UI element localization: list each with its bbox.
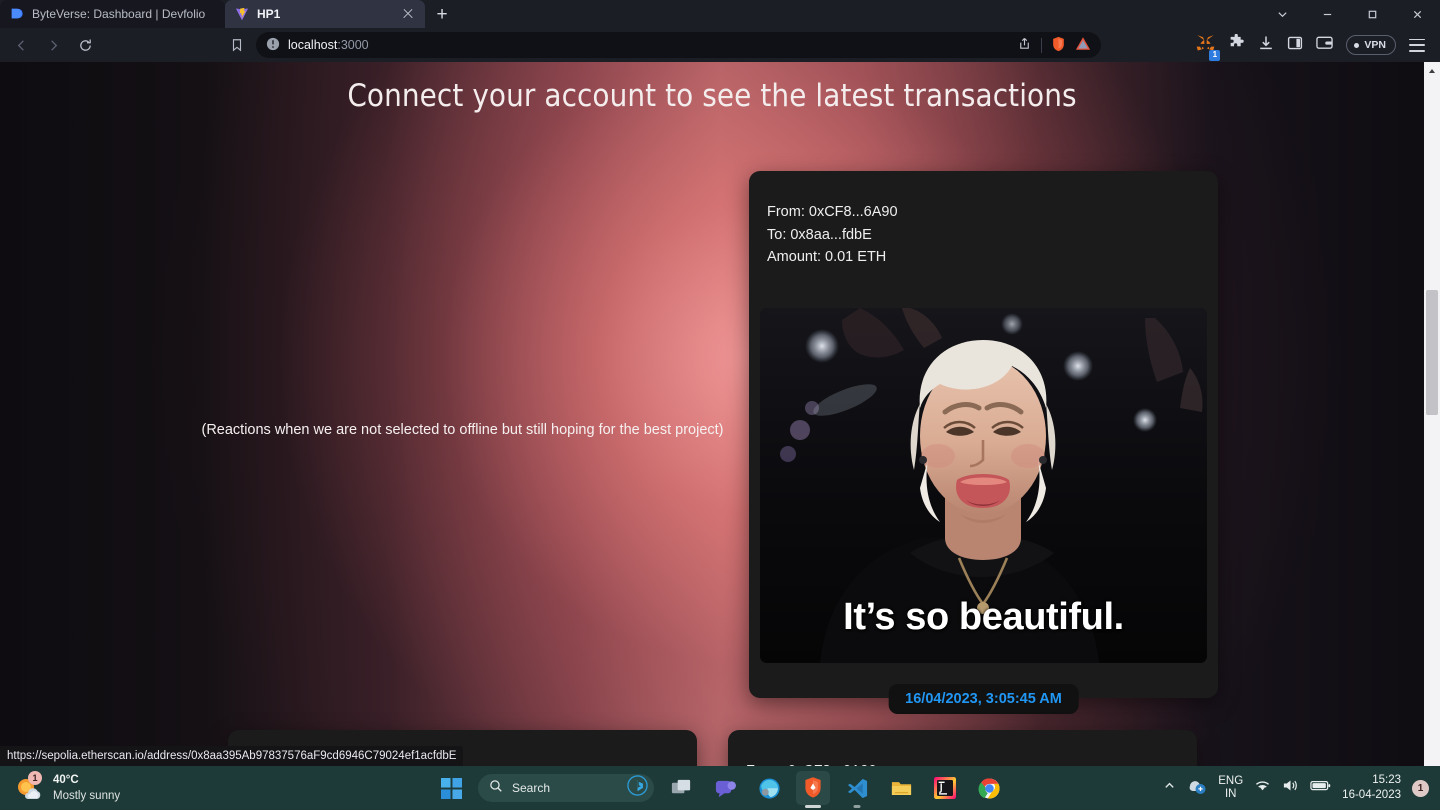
vpn-button[interactable]: VPN (1346, 35, 1396, 55)
transaction-amount: Amount: 0.01 ETH (767, 249, 887, 265)
language-primary: ENG (1218, 775, 1244, 787)
page-content: Connect your account to see the latest t… (0, 62, 1424, 766)
close-window-icon[interactable] (1395, 0, 1440, 28)
task-view-icon[interactable] (664, 771, 698, 805)
status-bar-link: https://sepolia.etherscan.io/address/0x8… (0, 746, 464, 766)
system-tray: ENG IN 15:23 16-04-2023 1 (1163, 773, 1440, 803)
volume-icon[interactable] (1282, 778, 1299, 798)
reload-icon[interactable] (70, 32, 100, 58)
tab-title: HP1 (257, 7, 281, 21)
language-region: IN (1224, 788, 1237, 800)
divider (1041, 37, 1042, 53)
transaction-card[interactable]: From: 0xCF8...6A90 To: 0x8aa...fdbE Amou… (749, 171, 1218, 714)
url-host: localhost (288, 38, 338, 52)
vscode-icon[interactable] (840, 771, 874, 805)
browser-toolbar-actions: 1 VPN (1196, 33, 1434, 61)
brave-icon[interactable] (796, 771, 830, 805)
page-scrollbar[interactable] (1424, 62, 1440, 766)
transaction-timestamp[interactable]: 16/04/2023, 3:05:45 AM (888, 684, 1079, 714)
address-bar[interactable]: localhost:3000 (256, 32, 1101, 58)
bing-chat-icon[interactable] (627, 775, 648, 801)
share-icon[interactable] (1017, 36, 1032, 54)
sidebar-panel-icon[interactable] (1287, 35, 1303, 56)
clock-time: 15:23 (1372, 774, 1401, 786)
maximize-icon[interactable] (1350, 0, 1395, 28)
navigation-toolbar: localhost:3000 1 VPN (0, 28, 1440, 62)
new-tab-button[interactable]: + (425, 0, 459, 28)
tab-title: ByteVerse: Dashboard | Devfolio (32, 7, 206, 21)
vpn-status-dot (1354, 42, 1360, 48)
puzzle-icon[interactable] (1228, 33, 1245, 56)
browser-chrome: ByteVerse: Dashboard | Devfolio HP1 + lo… (0, 0, 1440, 62)
intellij-idea-icon[interactable] (928, 771, 962, 805)
brave-wallet-icon[interactable] (1316, 35, 1334, 55)
back-arrow-icon[interactable] (6, 32, 36, 58)
notification-badge[interactable]: 1 (1412, 779, 1429, 797)
transaction-from: From: 0xCF8...6A90 (767, 204, 898, 220)
transaction-gif: It’s so beautiful. (760, 308, 1207, 663)
hamburger-menu-icon[interactable] (1409, 38, 1425, 52)
wifi-icon[interactable] (1254, 778, 1271, 798)
transaction-card-next-right[interactable]: From: 0xCF8...6A90 (728, 730, 1197, 766)
metamask-extension-icon[interactable]: 1 (1196, 34, 1221, 61)
windows-start-icon[interactable] (434, 771, 468, 805)
search-icon (489, 779, 503, 798)
url-text: localhost:3000 (288, 38, 369, 52)
clock-date: 16-04-2023 (1342, 789, 1401, 801)
screen: ByteVerse: Dashboard | Devfolio HP1 + lo… (0, 0, 1440, 810)
browser-tab-byteverse[interactable]: ByteVerse: Dashboard | Devfolio (0, 0, 225, 28)
battery-icon[interactable] (1310, 779, 1331, 797)
file-explorer-icon[interactable] (884, 771, 918, 805)
page-title: Connect your account to see the latest t… (347, 78, 1077, 114)
brave-shields-icon[interactable] (1051, 36, 1066, 55)
not-secure-info-icon[interactable] (266, 37, 280, 54)
taskbar-search-placeholder: Search (512, 781, 551, 795)
extension-badge-count: 1 (1209, 49, 1221, 61)
taskbar-clock[interactable]: 15:23 16-04-2023 (1342, 773, 1401, 803)
window-controls (1260, 0, 1440, 28)
download-icon[interactable] (1258, 35, 1274, 56)
bookmark-icon[interactable] (222, 32, 252, 58)
input-language-indicator[interactable]: ENG IN (1218, 775, 1243, 801)
windows-taskbar: 1 40°C Mostly sunny Search ENG IN 15:23 … (0, 766, 1440, 810)
tab-search-chevron-down-icon[interactable] (1260, 0, 1305, 28)
devfolio-icon (10, 7, 24, 21)
transaction-to: To: 0x8aa...fdbE (767, 226, 872, 243)
forward-arrow-icon[interactable] (38, 32, 68, 58)
browser-tab-hp1[interactable]: HP1 (225, 0, 425, 28)
show-hidden-icons-chevron-icon[interactable] (1163, 779, 1176, 797)
minimize-icon[interactable] (1305, 0, 1350, 28)
scroll-up-arrow-icon[interactable] (1424, 62, 1440, 79)
vite-icon (235, 7, 249, 21)
tray-app-icon[interactable] (1187, 777, 1207, 800)
url-port: :3000 (337, 38, 369, 52)
warning-triangle-icon[interactable] (1075, 36, 1091, 54)
scrollbar-thumb[interactable] (1426, 290, 1438, 415)
edge-icon[interactable] (752, 771, 786, 805)
omnibox-actions (1017, 36, 1091, 55)
vpn-label: VPN (1364, 39, 1386, 51)
tab-strip: ByteVerse: Dashboard | Devfolio HP1 + (0, 0, 1440, 28)
gif-caption-text: It’s so beautiful. (843, 596, 1124, 638)
taskbar-search-box[interactable]: Search (478, 774, 654, 802)
page-viewport: Connect your account to see the latest t… (0, 62, 1440, 766)
teams-chat-icon[interactable] (708, 771, 742, 805)
close-icon[interactable] (401, 7, 415, 21)
chrome-icon[interactable] (972, 771, 1006, 805)
